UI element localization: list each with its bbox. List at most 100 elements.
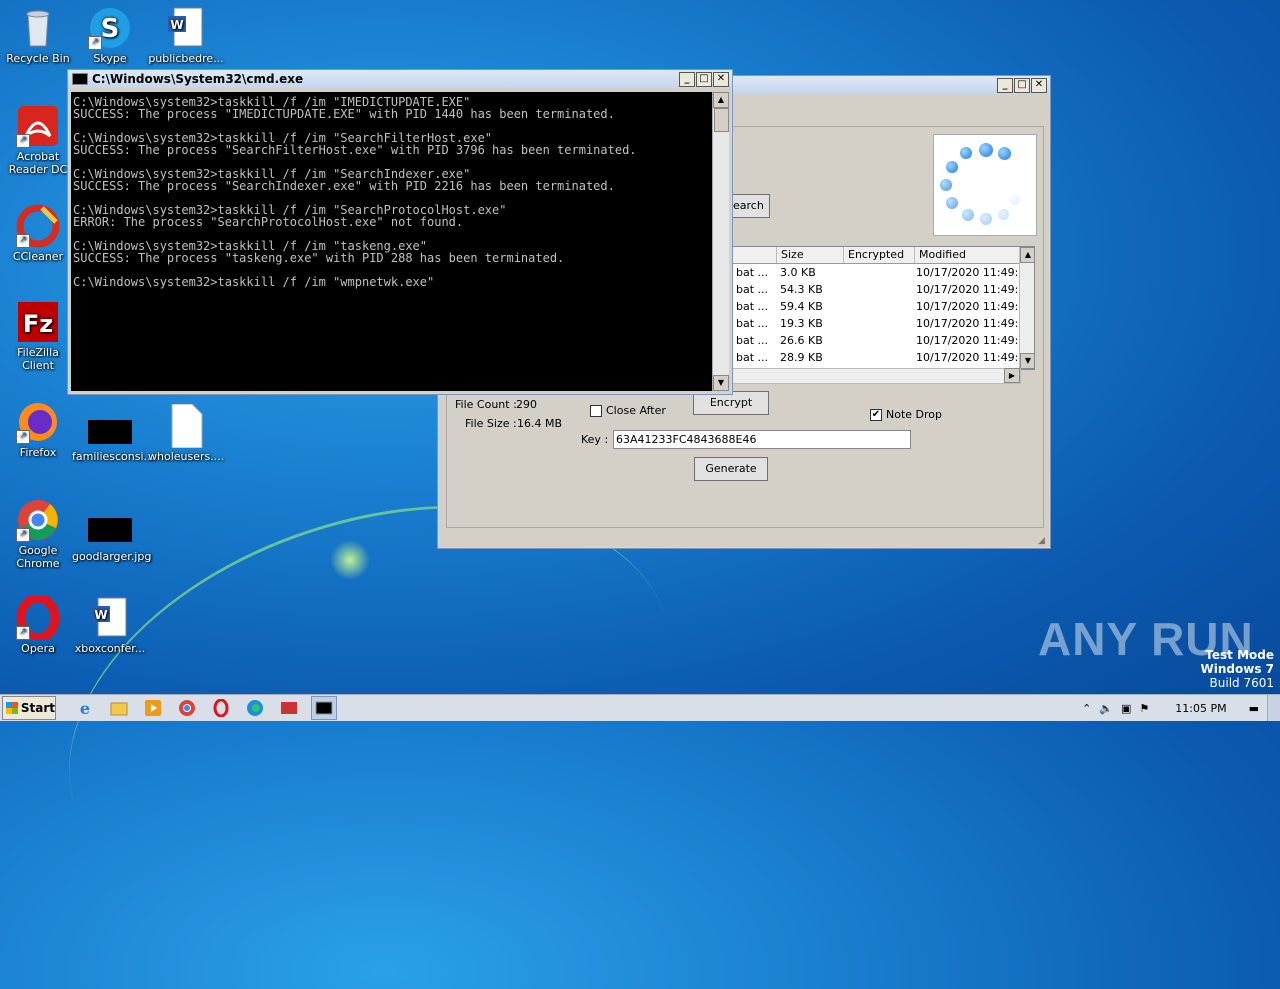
tray-volume-icon[interactable]: 🔈 xyxy=(1099,702,1113,715)
cmd-vertical-scrollbar[interactable]: ▲ ▼ xyxy=(712,92,729,391)
taskbar-chrome-icon[interactable] xyxy=(175,697,199,719)
scroll-down-arrow-icon[interactable]: ▼ xyxy=(713,375,729,391)
taskbar-cmd-icon[interactable] xyxy=(311,696,337,720)
test-mode-notice: Test Mode Windows 7 Build 7601 xyxy=(1201,648,1274,690)
desktop-icon-xboxconfer[interactable]: W xboxconfer... xyxy=(72,596,148,655)
scroll-up-arrow-icon[interactable]: ▲ xyxy=(713,92,729,108)
taskbar-explorer-icon[interactable] xyxy=(107,697,131,719)
note-drop-checkbox[interactable]: ✔ Note Drop xyxy=(870,408,942,421)
close-after-checkbox[interactable]: Close After xyxy=(590,404,666,417)
file-count-value: 290 xyxy=(516,398,537,411)
skype-icon: S ↗ xyxy=(88,6,132,50)
cmd-title: C:\Windows\System32\cmd.exe xyxy=(92,72,304,86)
column-header-encrypted[interactable]: Encrypted xyxy=(844,247,915,263)
table-row[interactable]: bat ... 3.0 KB 10/17/2020 11:49:... xyxy=(732,264,1034,281)
scroll-down-arrow-icon[interactable]: ▼ xyxy=(1020,353,1034,369)
desktop-icon-label: Acrobat Reader DC xyxy=(8,150,68,176)
resize-grip-icon[interactable]: ◢ xyxy=(1038,536,1048,546)
windows-logo-icon xyxy=(6,702,18,714)
taskbar-error-app-icon[interactable] xyxy=(277,697,301,719)
checkbox-box[interactable] xyxy=(590,405,602,417)
table-row[interactable]: bat ... 19.3 KB 10/17/2020 11:49:... xyxy=(732,315,1034,332)
cell-type: bat ... xyxy=(736,266,769,279)
svg-text:S: S xyxy=(101,14,120,44)
minimize-button[interactable]: _ xyxy=(679,71,695,87)
cmd-titlebar[interactable]: C:\Windows\System32\cmd.exe _ □ ✕ xyxy=(68,70,732,88)
checkmark-icon[interactable]: ✔ xyxy=(870,409,882,421)
cell-modified: 10/17/2020 11:49:... xyxy=(916,283,1022,296)
show-desktop-button[interactable] xyxy=(1267,695,1280,721)
svg-text:Fz: Fz xyxy=(23,310,53,338)
desktop-icon-recycle-bin[interactable]: Recycle Bin xyxy=(0,6,76,65)
desktop-icon-ccleaner[interactable]: ↗ CCleaner xyxy=(0,204,76,263)
desktop-icon-label: Recycle Bin xyxy=(6,52,70,65)
desktop-icon-label: Skype xyxy=(93,52,127,65)
spinner-dot xyxy=(1010,195,1020,205)
close-button[interactable]: ✕ xyxy=(713,71,729,87)
tray-expand-arrow-icon[interactable]: ⌃ xyxy=(1082,702,1091,715)
table-row[interactable]: bat ... 28.9 KB 10/17/2020 11:49:... xyxy=(732,349,1034,366)
column-header-size[interactable]: Size xyxy=(777,247,844,263)
table-row[interactable]: bat ... 54.3 KB 10/17/2020 11:49:... xyxy=(732,281,1034,298)
generate-button[interactable]: Generate xyxy=(694,457,768,481)
desktop-icon-skype[interactable]: S ↗ Skype xyxy=(72,6,148,65)
desktop-icon-label: Firefox xyxy=(19,446,57,459)
shortcut-arrow-icon: ↗ xyxy=(16,528,30,542)
desktop-icon-label: FileZilla Client xyxy=(17,346,59,372)
desktop-icon-opera[interactable]: ↗ Opera xyxy=(0,593,76,655)
tray-network-icon[interactable]: ▣ xyxy=(1121,702,1131,715)
close-button[interactable]: ✕ xyxy=(1031,77,1047,93)
window-controls: _ □ ✕ xyxy=(679,71,729,87)
spinner-dot xyxy=(960,147,972,159)
cell-modified: 10/17/2020 11:49:... xyxy=(916,317,1022,330)
cell-modified: 10/17/2020 11:49:... xyxy=(916,300,1022,313)
desktop-icon-wholeusers[interactable]: wholeusers.... xyxy=(148,403,224,463)
taskbar-edge-icon[interactable] xyxy=(243,697,267,719)
start-label: Start xyxy=(20,701,55,715)
desktop-icon-acrobat[interactable]: ↗ Acrobat Reader DC xyxy=(0,104,76,176)
start-button[interactable]: Start xyxy=(2,696,56,720)
cell-size: 3.0 KB xyxy=(780,266,816,279)
cell-encrypted xyxy=(842,281,912,298)
cell-size: 59.4 KB xyxy=(780,300,823,313)
table-vertical-scrollbar[interactable]: ▲ ▼ xyxy=(1019,247,1034,369)
acrobat-icon: ↗ xyxy=(16,104,60,148)
scroll-up-arrow-icon[interactable]: ▲ xyxy=(1020,247,1034,263)
table-horizontal-scrollbar[interactable]: ▶ xyxy=(731,368,1021,384)
desktop-icon-label: publicbedre... xyxy=(148,52,224,65)
desktop-icon-goodlarger[interactable]: goodlarger.jpg xyxy=(72,504,152,563)
column-header-modified[interactable]: Modified xyxy=(915,247,1020,263)
minimize-button[interactable]: _ xyxy=(997,77,1013,93)
spinner-dot xyxy=(998,147,1011,160)
search-button[interactable]: earch xyxy=(730,194,770,218)
cell-type: bat ... xyxy=(736,300,769,313)
taskbar-ie-icon[interactable]: e xyxy=(73,697,97,719)
taskbar-opera-icon[interactable] xyxy=(209,697,233,719)
desktop-icon-label: Opera xyxy=(21,642,55,655)
cell-encrypted xyxy=(842,264,912,281)
desktop-icon-firefox[interactable]: ↗ Firefox xyxy=(0,400,76,459)
desktop-icon-label: CCleaner xyxy=(12,250,64,263)
table-row[interactable]: bat ... 26.6 KB 10/17/2020 11:49:... xyxy=(732,332,1034,349)
tray-flag-icon[interactable]: ⚑ xyxy=(1139,702,1149,715)
desktop-icon-chrome[interactable]: ↗ Google Chrome xyxy=(0,498,76,570)
table-row[interactable]: bat ... 59.4 KB 10/17/2020 11:49:... xyxy=(732,298,1034,315)
maximize-button[interactable]: □ xyxy=(1014,77,1030,93)
console-line: SUCCESS: The process "IMEDICTUPDATE.EXE"… xyxy=(73,107,615,121)
clock[interactable]: 11:05 PM xyxy=(1175,702,1226,715)
system-tray: ⌃ 🔈 ▣ ⚑ 11:05 PM ▬ xyxy=(1082,702,1267,715)
maximize-button[interactable]: □ xyxy=(696,71,712,87)
desktop-icon-label: goodlarger.jpg xyxy=(72,550,152,563)
desktop-icon-familiesconsi[interactable]: familiesconsi... xyxy=(72,404,154,463)
column-header-type[interactable] xyxy=(732,247,777,263)
desktop-icon-publicbedre[interactable]: W publicbedre... xyxy=(148,6,224,65)
svg-text:W: W xyxy=(170,18,183,32)
desktop-icon-filezilla[interactable]: Fz FileZilla Client xyxy=(0,300,76,372)
scroll-thumb[interactable] xyxy=(714,108,729,132)
key-input[interactable]: 63A41233FC4843688E46 xyxy=(613,430,911,449)
scroll-right-arrow-icon[interactable]: ▶ xyxy=(1004,368,1020,383)
taskbar-media-player-icon[interactable] xyxy=(141,697,165,719)
tray-notification-icon[interactable]: ▬ xyxy=(1249,702,1259,715)
console-output[interactable]: C:\Windows\system32>taskkill /f /im "IME… xyxy=(71,92,712,391)
cell-encrypted xyxy=(842,332,912,349)
